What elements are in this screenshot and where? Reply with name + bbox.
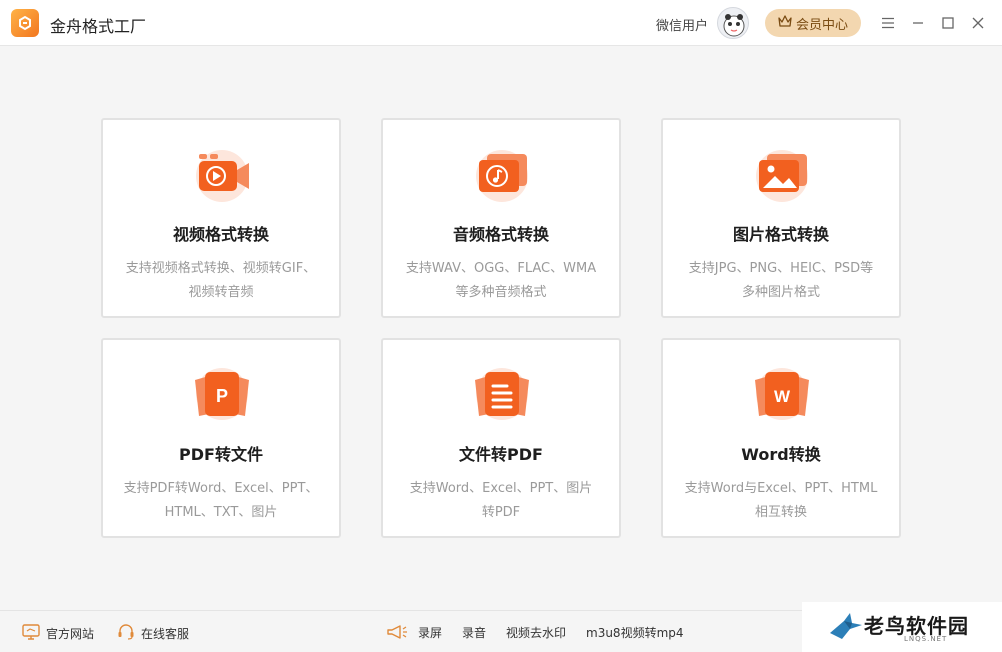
card-image-convert[interactable]: 图片格式转换 支持JPG、PNG、HEIC、PSD等 多种图片格式	[661, 118, 901, 318]
maximize-icon	[942, 14, 954, 33]
online-support-link[interactable]: 在线客服	[117, 624, 189, 643]
crown-icon	[778, 15, 792, 31]
image-icon	[749, 144, 815, 202]
svg-text:P: P	[216, 386, 228, 406]
vip-center-button[interactable]: 会员中心	[765, 9, 861, 37]
card-description: 支持Word与Excel、PPT、HTML 相互转换	[684, 481, 878, 520]
megaphone-icon	[386, 624, 408, 640]
menu-button[interactable]	[878, 13, 898, 33]
audio-record-link[interactable]: 录音	[462, 624, 486, 641]
close-button[interactable]	[968, 13, 988, 33]
headset-icon	[117, 624, 135, 643]
card-file-to-pdf[interactable]: 文件转PDF 支持Word、Excel、PPT、图片 转PDF	[381, 338, 621, 538]
card-title: 视频格式转换	[172, 225, 269, 244]
card-description: 支持视频格式转换、视频转GIF、 视频转音频	[125, 261, 317, 300]
menu-icon	[881, 14, 895, 33]
bird-logo-icon	[828, 611, 864, 645]
card-word-convert[interactable]: W Word转换 支持Word与Excel、PPT、HTML 相互转换	[661, 338, 901, 538]
app-logo-icon	[11, 9, 39, 37]
m3u8-to-mp4-link[interactable]: m3u8视频转mp4	[586, 624, 684, 641]
pdf-icon: P	[189, 364, 255, 422]
screen-record-link[interactable]: 录屏	[418, 624, 442, 641]
card-video-convert[interactable]: 视频格式转换 支持视频格式转换、视频转GIF、 视频转音频	[101, 118, 341, 318]
minimize-icon	[912, 14, 924, 33]
title-bar: 金舟格式工厂 微信用户 会员中心	[0, 0, 1002, 46]
close-icon	[972, 14, 984, 33]
user-name[interactable]: 微信用户	[656, 15, 708, 34]
site-watermark: 老鸟软件园 LNQS.NET	[802, 602, 1002, 652]
official-website-link[interactable]: 官方网站	[22, 624, 94, 643]
video-icon	[189, 144, 255, 202]
card-title: 图片格式转换	[732, 225, 829, 244]
document-icon	[469, 364, 535, 422]
card-title: PDF转文件	[179, 445, 263, 464]
card-description: 支持Word、Excel、PPT、图片 转PDF	[409, 481, 593, 520]
card-pdf-to-file[interactable]: P PDF转文件 支持PDF转Word、Excel、PPT、 HTML、TXT、…	[101, 338, 341, 538]
card-title: Word转换	[741, 445, 821, 464]
word-icon: W	[749, 364, 815, 422]
app-title: 金舟格式工厂	[50, 17, 147, 36]
card-audio-convert[interactable]: 音频格式转换 支持WAV、OGG、FLAC、WMA 等多种音频格式	[381, 118, 621, 318]
monitor-icon	[22, 624, 40, 643]
card-description: 支持JPG、PNG、HEIC、PSD等 多种图片格式	[688, 261, 874, 300]
maximize-button[interactable]	[938, 13, 958, 33]
card-description: 支持PDF转Word、Excel、PPT、 HTML、TXT、图片	[123, 481, 319, 520]
avatar[interactable]	[717, 7, 749, 39]
card-title: 文件转PDF	[459, 445, 543, 464]
vip-center-label: 会员中心	[795, 17, 848, 33]
music-icon	[469, 144, 535, 202]
svg-text:W: W	[774, 387, 791, 406]
card-title: 音频格式转换	[452, 225, 549, 244]
minimize-button[interactable]	[908, 13, 928, 33]
video-watermark-remove-link[interactable]: 视频去水印	[506, 624, 566, 641]
card-description: 支持WAV、OGG、FLAC、WMA 等多种音频格式	[405, 261, 597, 300]
